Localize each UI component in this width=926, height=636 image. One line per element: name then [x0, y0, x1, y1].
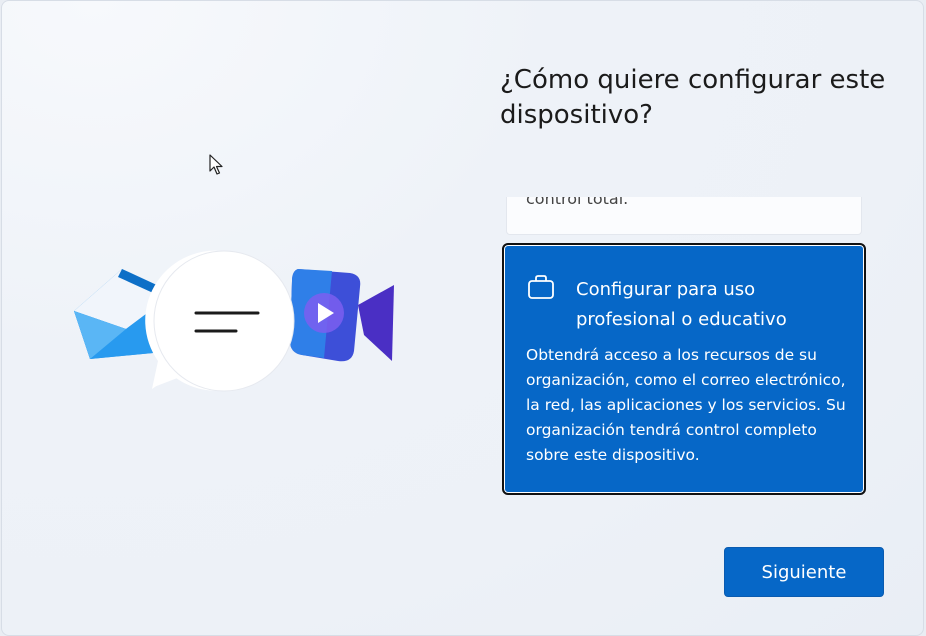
video-call-icon: [290, 269, 394, 362]
option-description: Obtendrá acceso a los recursos de su org…: [526, 346, 846, 464]
option-personal-use[interactable]: control total.: [506, 197, 862, 235]
briefcase-icon: [528, 275, 554, 299]
chat-bubble-icon: [145, 250, 295, 392]
option-title: Configurar para uso profesional o educat…: [576, 279, 787, 330]
page-title: ¿Cómo quiere configurar este dispositivo…: [500, 65, 886, 130]
option-work-or-school[interactable]: Configurar para uso profesional o educat…: [502, 243, 866, 495]
option-description: control total.: [526, 197, 629, 208]
next-button[interactable]: Siguiente: [724, 547, 884, 597]
illustration: [74, 250, 394, 392]
options-list[interactable]: control total. Configurar para uso profe…: [500, 197, 870, 499]
oobe-window: ¿Cómo quiere configurar este dispositivo…: [1, 0, 924, 636]
mouse-cursor-icon: [209, 154, 223, 175]
